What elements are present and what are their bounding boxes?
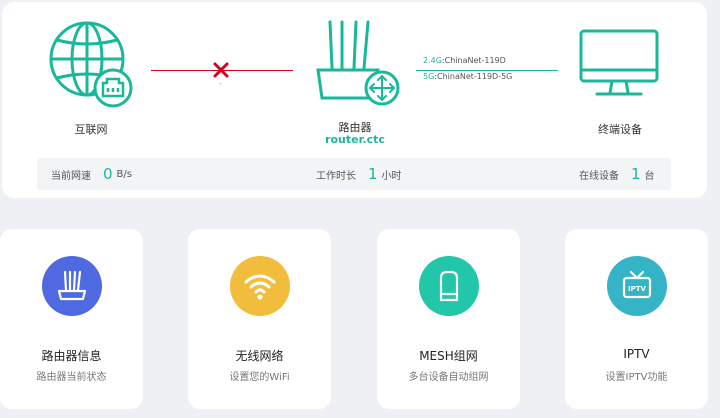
router-info-card[interactable]: 路由器信息 路由器当前状态 [0,229,143,409]
mesh-icon-circle [418,256,479,316]
mesh-network-card[interactable]: MESH组网 多台设备自动组网 [377,229,520,409]
wifi-link-line [416,70,558,71]
tv-icon: IPTV [622,270,651,299]
speed-label: 当前网速 [51,170,91,182]
monitor-icon[interactable] [575,28,665,102]
card-title: IPTV [623,347,650,361]
iptv-badge-text: IPTV [628,285,647,293]
wifi-5g-ssid: 5G:ChinaNet-119D-5G [423,72,513,81]
internet-globe-icon[interactable] [48,20,138,110]
card-subtitle: 多台设备自动组网 [408,372,489,383]
card-title: 无线网络 [235,349,284,363]
online-value: 1 [631,165,641,183]
card-subtitle: 设置您的WiFi [229,372,290,383]
uptime-stat: 工作时长 1 小时 [316,158,402,190]
router-info-icon-circle [41,256,102,316]
card-subtitle: 设置IPTV功能 [605,372,668,383]
uptime-label: 工作时长 [316,170,356,182]
card-title: 路由器信息 [41,349,102,363]
network-topology-panel: 互联网 - 路由器 router.ctc 2.4G:ChinaNet-119D … [2,2,707,198]
devices-label: 终端设备 [598,123,642,136]
wireless-icon-circle [229,256,290,316]
status-bar: 当前网速 0 B/s 工作时长 1 小时 在线设备 1 台 [37,158,671,190]
wifi-24g-ssid: 2.4G:ChinaNet-119D [423,56,506,65]
router-host-link[interactable]: router.ctc [325,133,385,146]
speed-unit: B/s [116,168,132,180]
online-label: 在线设备 [579,170,619,182]
speed-value: 0 [103,165,113,183]
iptv-card[interactable]: IPTV IPTV 设置IPTV功能 [565,229,708,409]
internet-label: 互联网 [74,123,108,136]
online-unit: 台 [644,170,655,182]
wan-status-mark: - [219,79,222,88]
disconnected-x-icon [213,62,229,78]
iptv-icon-circle: IPTV [606,256,667,316]
network-speed-stat: 当前网速 0 B/s [51,158,132,190]
router-icon[interactable] [312,20,402,106]
uptime-unit: 小时 [381,170,402,182]
online-devices-stat[interactable]: 在线设备 1 台 [579,158,655,190]
card-title: MESH组网 [419,349,478,363]
wifi-icon [244,274,275,300]
uptime-value: 1 [368,165,378,183]
router-icon [57,270,86,301]
card-subtitle: 路由器当前状态 [36,372,107,383]
mesh-icon [439,270,458,302]
wireless-network-card[interactable]: 无线网络 设置您的WiFi [188,229,331,409]
